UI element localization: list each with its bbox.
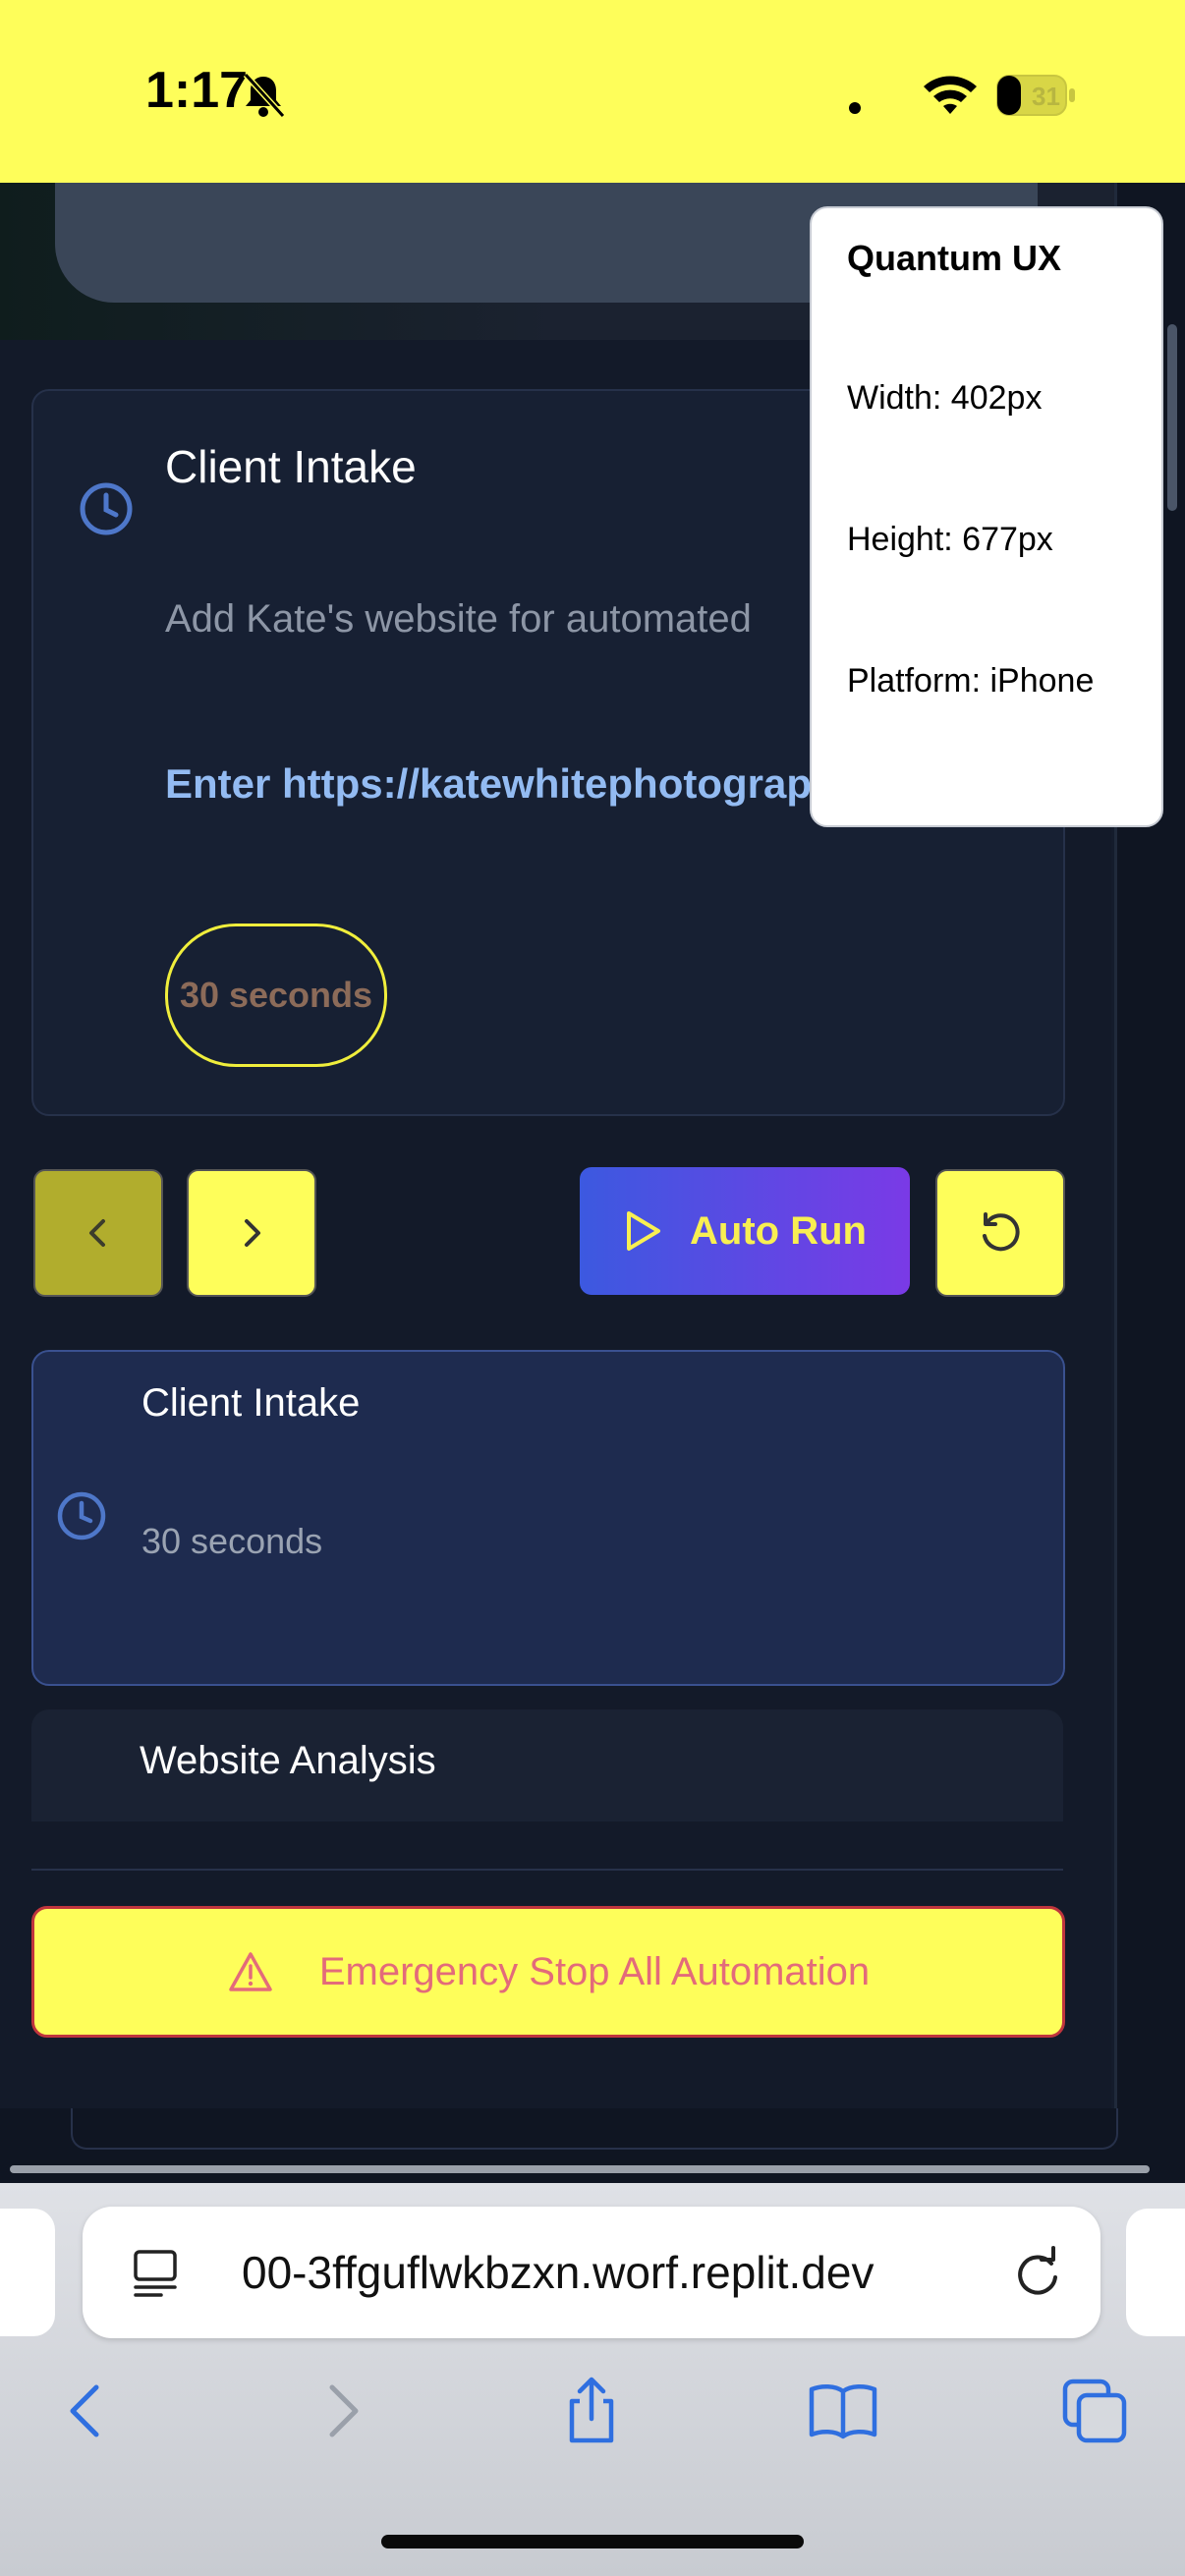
step-list-item-title: Website Analysis bbox=[140, 1739, 436, 1782]
previous-tab-peek[interactable] bbox=[0, 2209, 55, 2336]
step-instruction: Enter https://katewhitephotograp bbox=[165, 760, 813, 807]
reload-icon[interactable] bbox=[1012, 2246, 1063, 2301]
signal-dot bbox=[849, 102, 861, 114]
vertical-scrollbar[interactable] bbox=[1167, 324, 1177, 511]
tabs-icon[interactable] bbox=[1059, 2376, 1130, 2446]
clock-icon bbox=[57, 1491, 106, 1540]
step-list-item-duration: 30 seconds bbox=[141, 1521, 323, 1561]
popup-title: Quantum UX bbox=[847, 238, 1062, 278]
bell-slash-icon bbox=[243, 72, 286, 119]
home-indicator bbox=[381, 2535, 804, 2548]
emergency-stop-button[interactable]: Emergency Stop All Automation bbox=[31, 1906, 1065, 2038]
quantum-ux-popup bbox=[810, 206, 1163, 827]
next-step-button[interactable] bbox=[187, 1169, 316, 1297]
emergency-stop-label: Emergency Stop All Automation bbox=[318, 1949, 871, 1993]
chevron-right-icon bbox=[245, 1219, 260, 1247]
duration-badge: 30 seconds bbox=[165, 924, 387, 1067]
play-icon bbox=[627, 1211, 661, 1251]
popup-platform: Platform: iPhone bbox=[847, 662, 1095, 700]
step-description: Add Kate's website for automated bbox=[165, 597, 752, 641]
horizontal-scrollbar[interactable] bbox=[10, 2165, 1150, 2173]
step-title: Client Intake bbox=[165, 441, 417, 492]
divider bbox=[31, 1869, 1063, 1871]
forward-icon[interactable] bbox=[307, 2376, 377, 2446]
rotate-ccw-icon bbox=[983, 1212, 1020, 1252]
status-time: 1:17 bbox=[145, 62, 249, 119]
popup-width: Width: 402px bbox=[847, 379, 1043, 417]
popup-height: Height: 677px bbox=[847, 521, 1053, 558]
next-tab-peek[interactable] bbox=[1126, 2209, 1185, 2336]
share-icon[interactable] bbox=[556, 2376, 627, 2446]
chevron-left-icon bbox=[89, 1219, 105, 1247]
battery-icon: 31 bbox=[996, 75, 1077, 116]
auto-run-label: Auto Run bbox=[690, 1208, 867, 1253]
reset-button[interactable] bbox=[935, 1169, 1065, 1297]
back-icon[interactable] bbox=[51, 2376, 122, 2446]
previous-step-button[interactable] bbox=[33, 1169, 163, 1297]
footer-card bbox=[71, 2108, 1118, 2150]
warning-icon bbox=[229, 1952, 272, 1991]
url-text[interactable]: 00-3ffguflwkbzxn.worf.replit.dev bbox=[242, 2246, 988, 2299]
bookmarks-icon[interactable] bbox=[808, 2376, 878, 2446]
auto-run-button[interactable]: Auto Run bbox=[580, 1167, 910, 1295]
step-list-item-title: Client Intake bbox=[141, 1381, 361, 1425]
wifi-icon bbox=[924, 76, 977, 114]
clock-icon bbox=[80, 482, 133, 535]
page-menu-icon[interactable] bbox=[132, 2244, 179, 2299]
svg-text:31: 31 bbox=[1032, 82, 1060, 111]
